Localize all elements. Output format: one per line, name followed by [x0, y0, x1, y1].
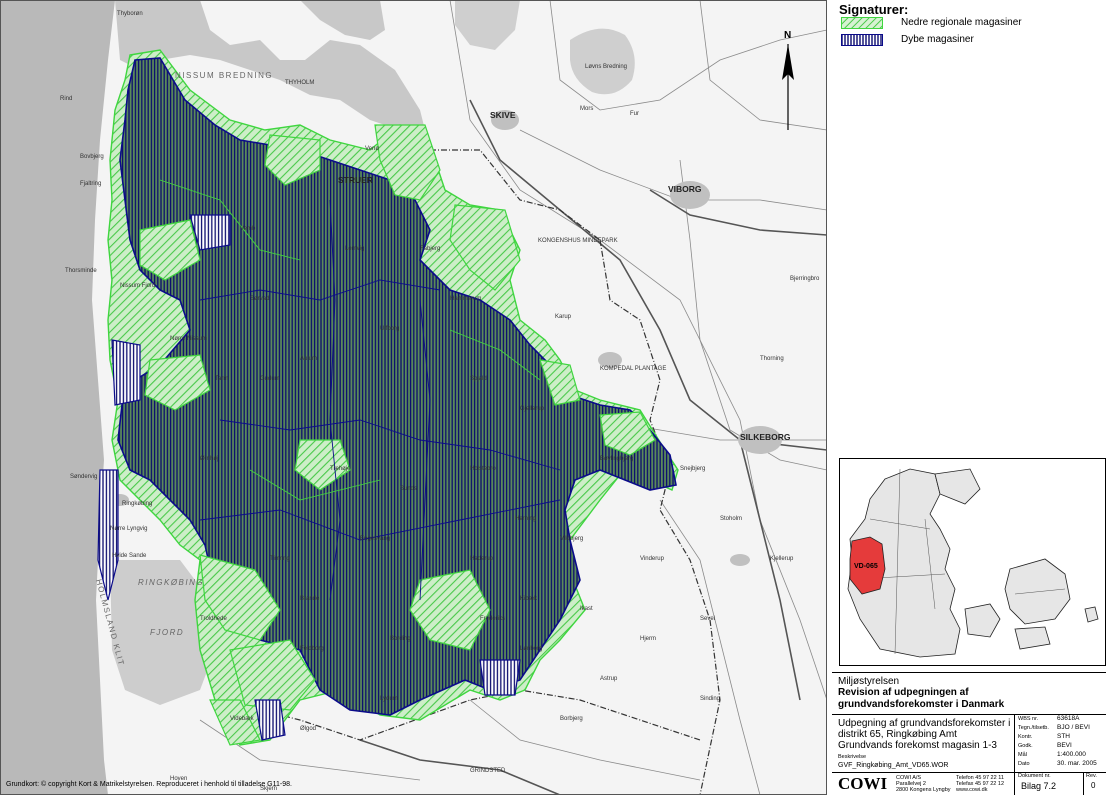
drawing-title-1: Udpegning af grundvandsforekomster i: [838, 718, 1011, 729]
svg-text:Karup: Karup: [555, 314, 572, 320]
file-name: GVF_Ringkøbing_Amt_VD65.WOR: [838, 762, 949, 769]
place-label: Sevel: [700, 616, 715, 622]
svg-text:Søndervig: Søndervig: [70, 474, 97, 480]
viborg-label: VIBORG: [668, 184, 702, 194]
client-name: Miljøstyrelsen: [838, 676, 900, 687]
place-label: Astrup: [600, 676, 618, 682]
denmark-inset-map: VD-065: [839, 458, 1106, 666]
place-label: Ulfborg: [380, 326, 399, 332]
place-label: Snejbjerg: [680, 466, 705, 472]
svg-text:KOMPEDAL PLANTAGE: KOMPEDAL PLANTAGE: [600, 366, 666, 372]
place-label: Hammerum: [450, 296, 481, 302]
silkeborg-label: SILKEBORG: [740, 432, 791, 442]
copyright-note: Grundkort: © copyright Kort & Matrikelst…: [6, 781, 292, 788]
svg-text:Ringkøbing: Ringkøbing: [122, 501, 152, 507]
svg-text:Bjerringbro: Bjerringbro: [790, 276, 820, 282]
svg-text:THYHOLM: THYHOLM: [285, 80, 314, 86]
svg-text:Fjaltring: Fjaltring: [80, 181, 101, 187]
legend-label-dybe: Dybe magasiner: [901, 34, 974, 45]
ringkobing-label: RINGKØBING: [138, 578, 204, 587]
legend: Signaturer: Nedre regionale magasiner Dy…: [835, 0, 1106, 60]
legend-title: Signaturer:: [839, 2, 909, 17]
place-label: Videbæk: [230, 716, 255, 722]
place-label: Stoholm: [720, 516, 742, 522]
nissum-bredning-label: NISSUM BREDNING: [175, 71, 273, 80]
svg-text:Bovbjerg: Bovbjerg: [80, 154, 104, 160]
place-label: Brande: [300, 596, 320, 602]
place-label: Borbjerg: [560, 716, 583, 722]
place-label: Vemb: [240, 226, 256, 232]
drawing-title-2: distrikt 65, Ringkøbing Amt: [838, 729, 957, 740]
place-label: Frederiks: [480, 616, 505, 622]
place-label: Thorning: [760, 356, 784, 362]
place-label: Kjellerup: [770, 556, 794, 562]
place-label: Troldhede: [200, 616, 227, 622]
place-label: Ikast: [580, 606, 593, 612]
lovns-bredning-label: Løvns Bredning: [585, 64, 627, 70]
svg-text:Thorsminde: Thorsminde: [65, 268, 97, 274]
place-label: Sunds: [400, 486, 417, 492]
north-sea: [0, 0, 115, 795]
skive-label: SKIVE: [490, 110, 516, 120]
place-label: Rind: [60, 96, 72, 102]
svg-text:Thyborøn: Thyborøn: [117, 11, 143, 17]
place-label: Engesvang: [360, 536, 390, 542]
place-label: Aulum: [300, 356, 317, 362]
inset-svg: VD-065: [847, 468, 1099, 658]
place-label: Holstebro: [470, 466, 496, 472]
place-label: Haderup: [470, 556, 494, 562]
place-label: Sinding: [700, 696, 720, 702]
place-label: Sørvad: [250, 296, 269, 302]
place-label: Gjellerup: [520, 406, 545, 412]
place-label: Lemvig: [345, 246, 364, 252]
place-label: Trehøje: [330, 466, 351, 472]
place-label: Lydum: [380, 696, 398, 702]
place-label: Feldborg: [300, 646, 324, 652]
svg-text:Venø: Venø: [365, 146, 379, 152]
place-label: Timring: [270, 556, 290, 562]
place-label: Herning: [515, 516, 536, 522]
legend-swatch-blue: [841, 34, 883, 46]
main-map[interactable]: NISSUM BREDNING RINGKØBING FJORD Nissum …: [0, 0, 827, 795]
place-label: Spjald: [470, 376, 487, 382]
place-label: Vinderup: [640, 556, 665, 562]
place-label: Tarm: [215, 376, 228, 382]
cowi-logo: COWI: [838, 774, 888, 793]
file-label: Beskrivelse: [838, 754, 867, 760]
svg-text:GRINDSTED: GRINDSTED: [470, 768, 506, 774]
svg-text:KONGENSHUS MINDEPARK: KONGENSHUS MINDEPARK: [538, 238, 618, 244]
place-label: Lønborg: [520, 646, 542, 652]
place-label: Hjerm: [640, 636, 656, 642]
title-block: Miljøstyrelsen Revision af udpegningen a…: [832, 672, 1106, 795]
nissum-fjord-label: Nissum Fjord: [120, 283, 155, 289]
place-label: Ølgod: [300, 726, 316, 732]
doc-box: Dokument nr. Bilag 7.2 Rev. 0: [1014, 772, 1106, 795]
svg-text:N: N: [784, 30, 791, 41]
place-label: Mors: [580, 106, 593, 112]
drawing-title-3: Grundvands forekomst magasin 1-3: [838, 740, 997, 751]
svg-text:Nørre Lyngvig: Nørre Lyngvig: [110, 526, 147, 532]
place-label: Fur: [630, 111, 639, 117]
place-label: Ørnhøj: [200, 456, 218, 462]
revision-number: 0: [1091, 781, 1096, 790]
map-sheet: NISSUM BREDNING RINGKØBING FJORD Nissum …: [0, 0, 1106, 795]
place-label: Kibæk: [520, 596, 538, 602]
legend-swatch-green: [841, 17, 883, 29]
inset-region-label: VD-065: [854, 563, 878, 570]
project-title-1: Revision af udpegningen af: [838, 687, 969, 698]
legend-label-nedre: Nedre regionale magasiner: [901, 17, 1022, 28]
struer-label: STRUER: [338, 175, 373, 185]
svg-text:Hvide Sande: Hvide Sande: [112, 553, 147, 559]
project-title-2: grundvandsforekomster i Danmark: [838, 699, 1005, 710]
place-label: Bording: [390, 636, 411, 642]
place-label: Vildbjerg: [560, 536, 583, 542]
fields-table: WBS nr. 63618A Tegn./tilsetb. BJO / BEVI…: [1014, 714, 1106, 772]
place-label: Fabjerg: [420, 246, 440, 252]
place-label: Bøvlingbjerg: [600, 456, 633, 462]
place-label: Nørre Nissum: [170, 336, 207, 342]
place-label: Gudum: [260, 376, 280, 382]
doc-number: Bilag 7.2: [1021, 781, 1057, 791]
fjord-label: FJORD: [150, 628, 184, 637]
